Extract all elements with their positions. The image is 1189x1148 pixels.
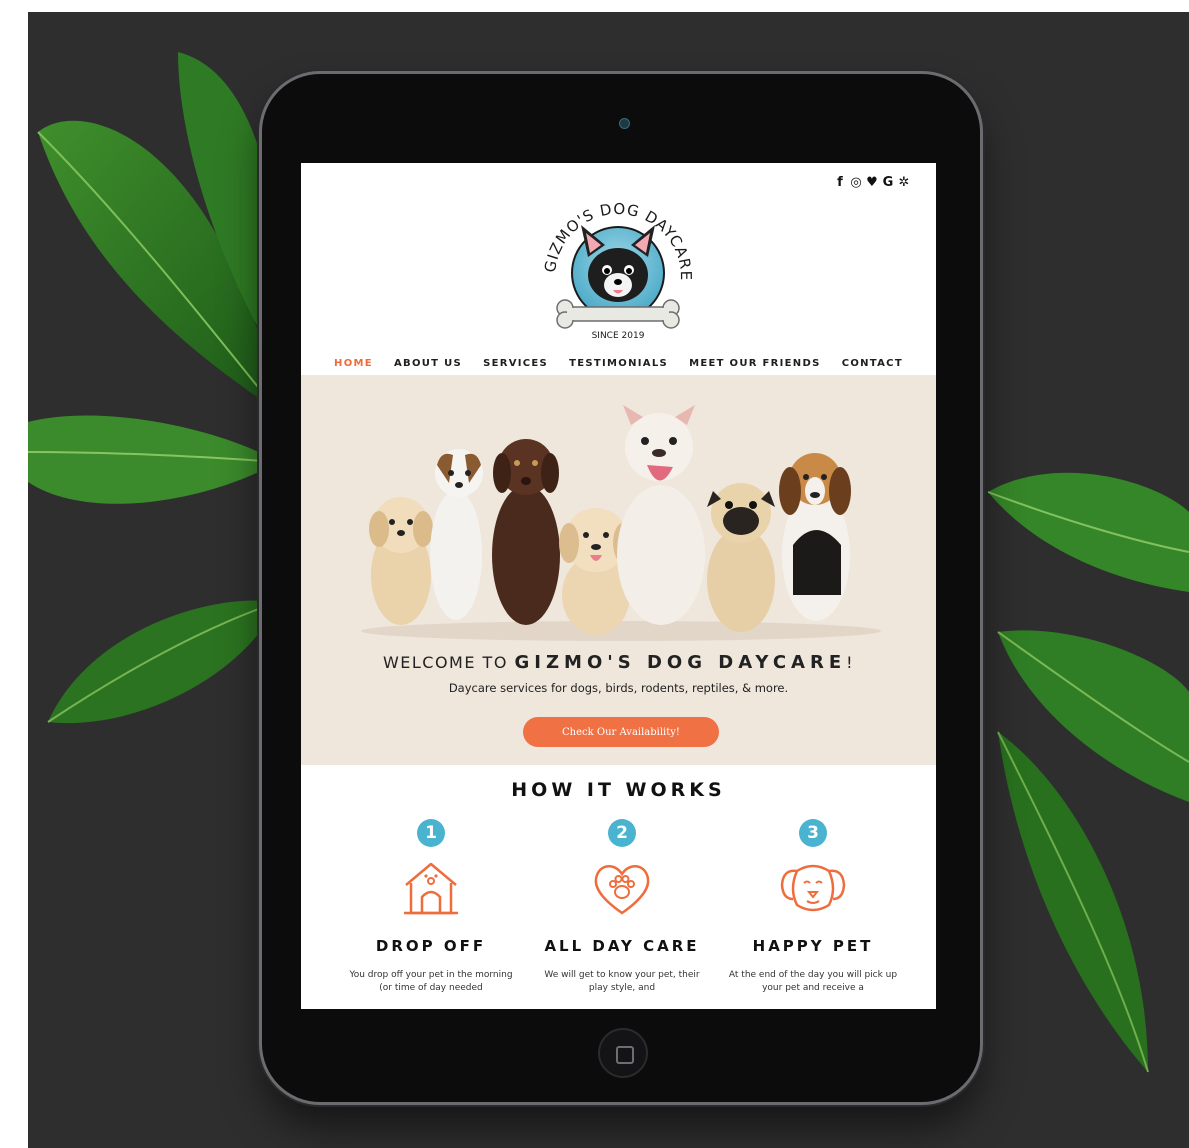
twitter-icon[interactable]: ♥ (866, 175, 878, 190)
nav-contact[interactable]: CONTACT (842, 358, 903, 369)
hero-tagline: Daycare services for dogs, birds, rodent… (448, 681, 789, 695)
home-button[interactable] (598, 1028, 648, 1078)
golden-puppy-left-image (369, 497, 433, 625)
leaf-decoration-right (987, 472, 1189, 1073)
check-availability-button[interactable]: Check Our Availability! (523, 717, 719, 747)
dogs-group-photo (361, 405, 881, 641)
facebook-icon[interactable]: f (834, 175, 846, 190)
instagram-icon[interactable]: ◎ (850, 175, 862, 190)
main-nav: HOME ABOUT US SERVICES TESTIMONIALS MEET… (301, 351, 936, 370)
step-number-badge: 2 (608, 819, 636, 847)
nav-meet-our-friends[interactable]: MEET OUR FRIENDS (689, 358, 820, 369)
beagle-image (779, 453, 851, 621)
mockup-stage: f ◎ ♥ G ✲ GIZMO'S DOG DAYCARE SINCE 2019… (0, 0, 1189, 1148)
dog-house-icon (404, 862, 458, 915)
step-happy-pet: 3 HAPPY PET At the end of the day you wi… (713, 819, 913, 995)
bulldog-image (617, 405, 705, 625)
nav-testimonials[interactable]: TESTIMONIALS (569, 358, 668, 369)
welcome-prefix: WELCOME TO (382, 653, 508, 672)
step-number-badge: 3 (799, 819, 827, 847)
nav-services[interactable]: SERVICES (483, 358, 548, 369)
welcome-brand: GIZMO'S DOG DAYCARE (514, 652, 847, 673)
nav-home[interactable]: HOME (334, 358, 373, 369)
step-description: You drop off your pet in the morning (or… (349, 970, 513, 993)
heart-paw-icon (594, 865, 650, 915)
step-description: At the end of the day you will pick up y… (728, 970, 898, 993)
step-title: ALL DAY CARE (544, 937, 700, 955)
site-logo[interactable]: GIZMO'S DOG DAYCARE SINCE 2019 (533, 185, 703, 343)
step-title: DROP OFF (375, 937, 487, 955)
step-all-day-care: 2 ALL DAY CARE We will get to know your … (522, 819, 722, 995)
logo-since: SINCE 2019 (592, 331, 645, 341)
step-number-badge: 1 (417, 819, 445, 847)
website-screen: f ◎ ♥ G ✲ GIZMO'S DOG DAYCARE SINCE 2019… (301, 163, 936, 1009)
step-title: HAPPY PET (752, 937, 874, 955)
yelp-icon[interactable]: ✲ (898, 175, 910, 190)
welcome-suffix: ! (846, 653, 855, 672)
step-drop-off: 1 DROP OFF You drop off your pet in the … (331, 819, 531, 995)
camera-icon (619, 118, 630, 129)
google-icon[interactable]: G (882, 175, 894, 190)
chocolate-lab-image (492, 439, 560, 625)
hero-banner: WELCOME TO GIZMO'S DOG DAYCARE! Daycare … (301, 375, 936, 765)
pug-image (707, 483, 775, 632)
how-it-works-title: HOW IT WORKS (511, 779, 726, 801)
nav-about-us[interactable]: ABOUT US (394, 358, 462, 369)
leaf-decoration-left (28, 52, 280, 724)
dog-face-icon (780, 864, 846, 912)
social-links: f ◎ ♥ G ✲ (834, 175, 910, 190)
jack-russell-image (430, 449, 483, 620)
welcome-heading: WELCOME TO GIZMO'S DOG DAYCARE! (301, 652, 936, 673)
step-description: We will get to know your pet, their play… (544, 970, 700, 993)
